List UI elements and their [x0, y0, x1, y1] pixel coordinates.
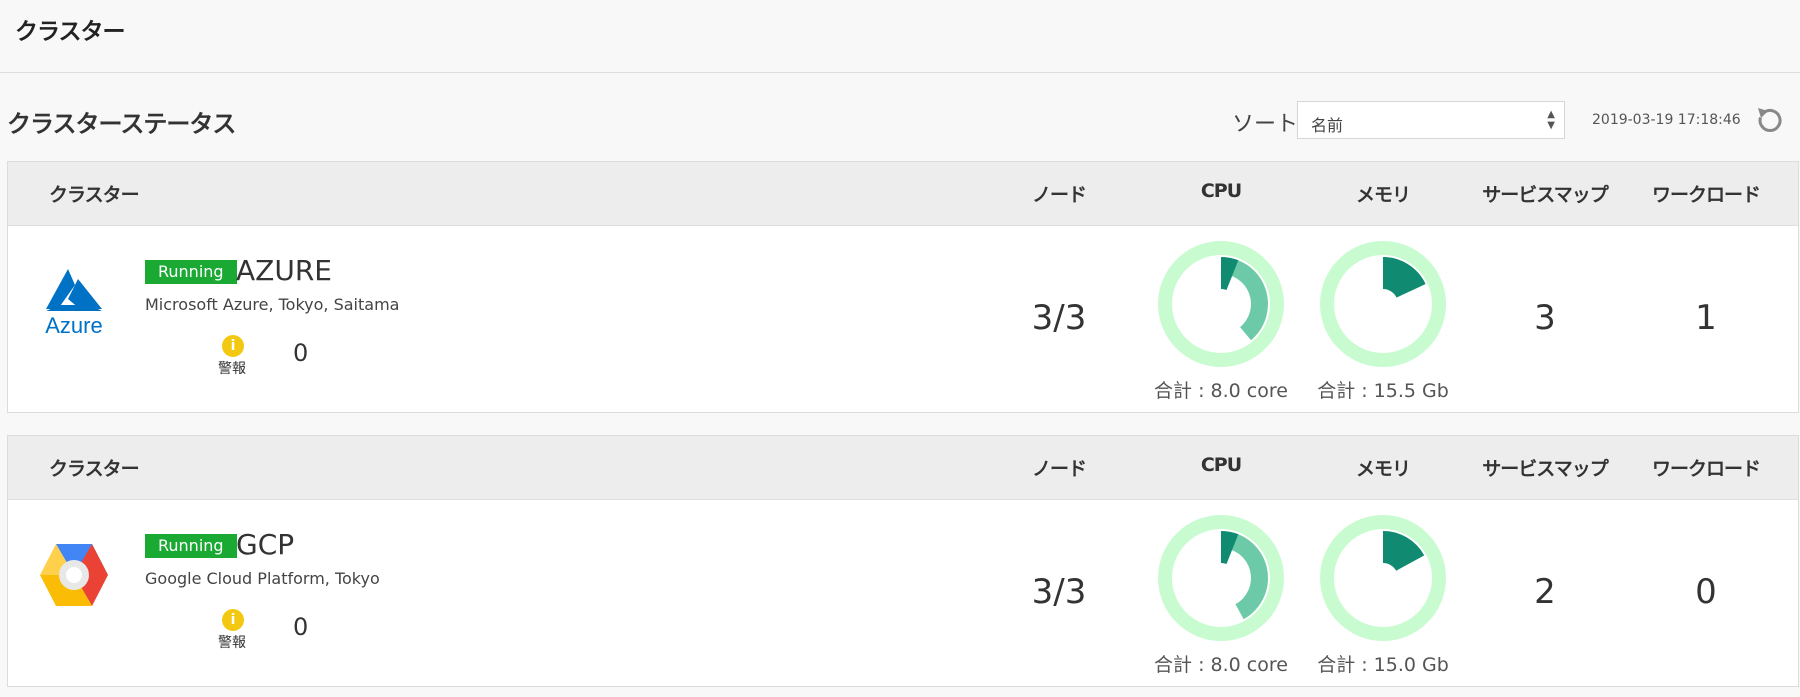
cpu-donut-chart [1158, 515, 1284, 641]
cpu-total: 合計 : 8.0 core [1154, 654, 1288, 676]
column-header-servicemap: サービスマップ [1482, 458, 1608, 480]
sort-select-value: 名前 [1311, 116, 1344, 135]
svg-text:Azure: Azure [45, 313, 102, 337]
cpu-donut-chart [1158, 241, 1284, 367]
warning-label: 警報 [218, 635, 246, 651]
column-header-memory: メモリ [1355, 458, 1411, 480]
warning-count[interactable]: 0 [293, 339, 308, 367]
workload-count[interactable]: 1 [1695, 298, 1717, 338]
memory-total: 合計 : 15.5 Gb [1317, 380, 1449, 402]
warning-count[interactable]: 0 [293, 613, 308, 641]
sort-label: ソート [1232, 112, 1299, 137]
sort-select[interactable]: 名前 ▲ ▼ [1297, 101, 1565, 139]
column-header-workload: ワークロード [1651, 458, 1761, 480]
servicemap-count[interactable]: 3 [1534, 298, 1556, 338]
warning-label: 警報 [218, 361, 246, 377]
section-title: クラスターステータス [7, 110, 236, 138]
select-arrows-icon: ▲ ▼ [1547, 109, 1555, 131]
cpu-total: 合計 : 8.0 core [1154, 380, 1288, 402]
top-bar: クラスター [0, 0, 1800, 73]
gcp-logo-icon [40, 544, 108, 606]
column-header-node: ノード [1031, 184, 1087, 206]
memory-donut-chart [1320, 515, 1446, 641]
cluster-description: Google Cloud Platform, Tokyo [145, 569, 380, 588]
cluster-card-header: クラスター ノード CPU メモリ サービスマップ ワークロード [8, 162, 1798, 226]
column-header-cluster: クラスター [49, 184, 140, 206]
column-header-servicemap: サービスマップ [1482, 184, 1608, 206]
cluster-name[interactable]: AZURE [236, 254, 332, 287]
workload-count[interactable]: 0 [1695, 572, 1717, 612]
node-count: 3/3 [1031, 572, 1087, 612]
column-header-cpu: CPU [1200, 180, 1242, 202]
azure-logo-icon: Azure [45, 269, 103, 337]
cluster-card-gcp[interactable]: クラスター ノード CPU メモリ サービスマップ ワークロード Running… [7, 435, 1799, 687]
cluster-card-header: クラスター ノード CPU メモリ サービスマップ ワークロード [8, 436, 1798, 500]
status-badge: Running [145, 260, 237, 284]
servicemap-count[interactable]: 2 [1534, 572, 1556, 612]
column-header-workload: ワークロード [1651, 184, 1761, 206]
status-badge: Running [145, 534, 237, 558]
page-title: クラスター [15, 19, 126, 45]
cluster-name[interactable]: GCP [236, 528, 294, 561]
warning-info-icon: i [222, 335, 244, 357]
column-header-cluster: クラスター [49, 458, 140, 480]
memory-donut-chart [1320, 241, 1446, 367]
memory-total: 合計 : 15.0 Gb [1317, 654, 1449, 676]
cluster-card-azure[interactable]: クラスター ノード CPU メモリ サービスマップ ワークロード Azure R… [7, 161, 1799, 413]
last-updated-timestamp: 2019-03-19 17:18:46 [1592, 112, 1741, 128]
warning-info-icon: i [222, 609, 244, 631]
node-count: 3/3 [1031, 298, 1087, 338]
column-header-node: ノード [1031, 458, 1087, 480]
refresh-icon[interactable] [1753, 104, 1783, 136]
cluster-description: Microsoft Azure, Tokyo, Saitama [145, 295, 400, 314]
column-header-memory: メモリ [1355, 184, 1411, 206]
column-header-cpu: CPU [1200, 454, 1242, 476]
